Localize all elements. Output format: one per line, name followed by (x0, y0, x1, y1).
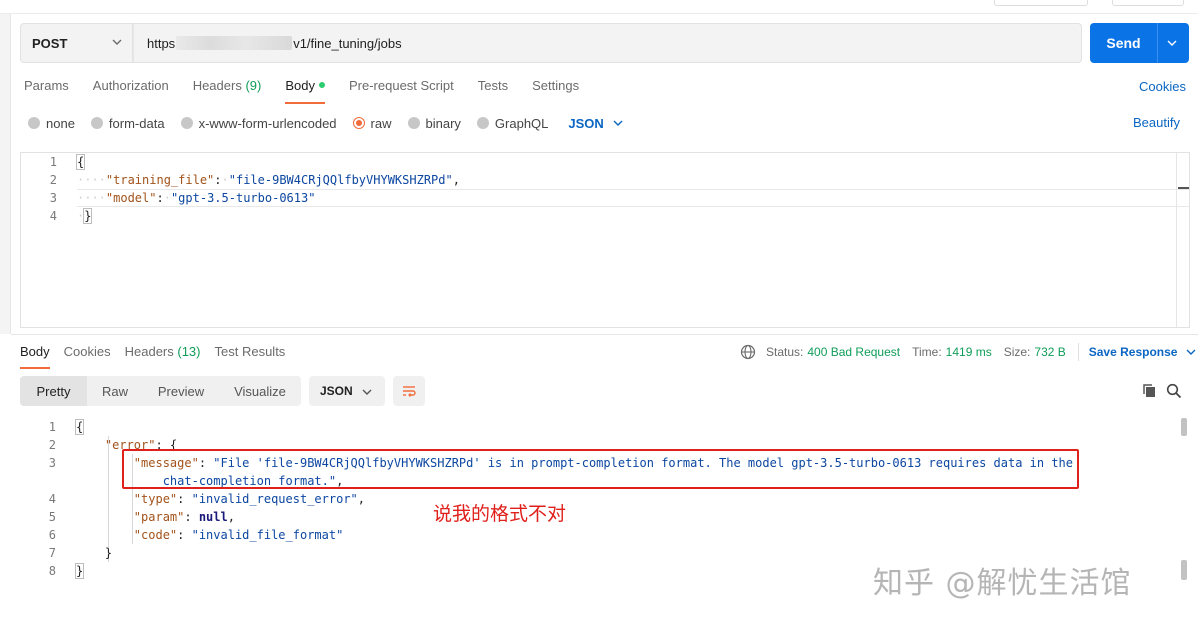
radio-icon[interactable] (407, 117, 420, 129)
tab-response-cookies[interactable]: Cookies (64, 344, 111, 362)
tab-body[interactable]: Body (285, 78, 325, 104)
pane-separator[interactable] (11, 334, 1198, 335)
response-scrollbar-thumb[interactable] (1181, 560, 1187, 580)
tab-test-results[interactable]: Test Results (215, 344, 286, 362)
annotation-highlight-box (122, 449, 1079, 489)
body-type-urlencoded[interactable]: x-www-form-urlencoded (180, 116, 337, 131)
tab-response-body[interactable]: Body (20, 344, 50, 369)
response-format-select[interactable]: JSON (309, 376, 385, 406)
left-panel-edge (0, 14, 11, 334)
view-pretty-button[interactable]: Pretty (20, 376, 87, 406)
size-label: Size: (1003, 345, 1031, 359)
tab-authorization[interactable]: Authorization (93, 78, 169, 96)
top-strip (0, 0, 1198, 14)
redacted-host (176, 36, 293, 50)
view-raw-button[interactable]: Raw (87, 376, 143, 406)
headers-count: (9) (245, 78, 262, 93)
body-type-form-data[interactable]: form-data (90, 116, 165, 131)
beautify-link[interactable]: Beautify (1133, 115, 1180, 130)
body-type-raw[interactable]: raw (352, 116, 392, 131)
request-code: { ····"training_file":·"file-9BW4CRjQQlf… (75, 154, 460, 224)
tab-settings[interactable]: Settings (532, 78, 579, 96)
radio-icon[interactable] (90, 117, 103, 129)
send-divider (1157, 23, 1158, 63)
response-headers-count: (13) (177, 344, 201, 359)
size-value[interactable]: 732 B (1034, 345, 1065, 359)
time-label: Time: (912, 345, 942, 359)
chevron-down-icon (362, 389, 372, 395)
view-preview-button[interactable]: Preview (143, 376, 219, 406)
send-label: Send (1106, 35, 1141, 51)
view-mode-group: Pretty Raw Preview Visualize (20, 376, 301, 406)
status-value[interactable]: 400 Bad Request (807, 345, 900, 359)
tab-response-headers[interactable]: Headers (13) (125, 344, 201, 362)
url-input[interactable]: https v1/fine_tuning/jobs (133, 23, 1082, 63)
scroll-marker (1178, 187, 1189, 189)
method-select[interactable]: POST (20, 23, 133, 63)
copy-icon[interactable] (1142, 383, 1158, 399)
annotation-text: 说我的格式不对 (433, 503, 567, 525)
watermark: 知乎 @解忧生活馆 (873, 566, 1132, 601)
radio-icon[interactable] (180, 117, 193, 129)
request-tabs: Params Authorization Headers (9) Body Pr… (24, 78, 603, 104)
method-label: POST (32, 35, 68, 51)
editor-scrollbar[interactable] (1176, 153, 1189, 327)
body-type-options: none form-data x-www-form-urlencoded raw… (28, 115, 624, 131)
body-indicator-dot (318, 81, 325, 88)
chevron-down-icon (112, 39, 122, 45)
wrap-lines-icon (403, 386, 416, 397)
url-prefix: https (147, 35, 176, 51)
top-toolbar-button[interactable] (1112, 0, 1184, 6)
save-response-button[interactable]: Save Response (1089, 345, 1198, 359)
radio-selected-icon[interactable] (352, 117, 365, 129)
response-status-bar: Status: 400 Bad Request Time: 1419 ms Si… (740, 343, 1197, 361)
view-visualize-button[interactable]: Visualize (219, 376, 301, 406)
body-format-select[interactable]: JSON (568, 116, 623, 131)
radio-icon[interactable] (28, 117, 40, 129)
radio-icon[interactable] (476, 117, 489, 129)
divider (1077, 343, 1079, 361)
chevron-down-icon[interactable] (1166, 37, 1178, 49)
chevron-down-icon (613, 120, 623, 126)
tab-pre-request-script[interactable]: Pre-request Script (349, 78, 454, 96)
line-number-gutter: 1 2 3 4 5 6 7 8 (48, 420, 56, 578)
globe-icon[interactable] (740, 344, 756, 360)
body-type-none[interactable]: none (28, 116, 75, 131)
status-label: Status: (766, 345, 804, 359)
chevron-down-icon (1186, 349, 1196, 355)
top-toolbar-button[interactable] (994, 0, 1088, 6)
response-scrollbar-thumb[interactable] (1181, 418, 1187, 436)
tab-headers[interactable]: Headers (9) (193, 78, 262, 96)
cookies-link[interactable]: Cookies (1139, 79, 1186, 94)
url-path: v1/fine_tuning/jobs (293, 35, 402, 51)
tab-tests[interactable]: Tests (478, 78, 508, 96)
body-type-binary[interactable]: binary (407, 116, 461, 131)
line-number-gutter: 1 2 3 4 (49, 155, 57, 223)
tab-params[interactable]: Params (24, 78, 69, 96)
response-tabs: Body Cookies Headers (13) Test Results (20, 344, 299, 369)
wrap-lines-button[interactable] (393, 376, 425, 406)
send-button[interactable]: Send (1090, 23, 1189, 63)
response-code: { "error": { "message": "File 'file-9BW4… (74, 419, 1074, 579)
time-value[interactable]: 1419 ms (946, 345, 992, 359)
request-body-editor[interactable]: 1 2 3 4 { ····"training_file":·"file-9BW… (20, 152, 1190, 328)
body-type-graphql[interactable]: GraphQL (476, 116, 548, 131)
search-icon[interactable] (1166, 383, 1182, 399)
